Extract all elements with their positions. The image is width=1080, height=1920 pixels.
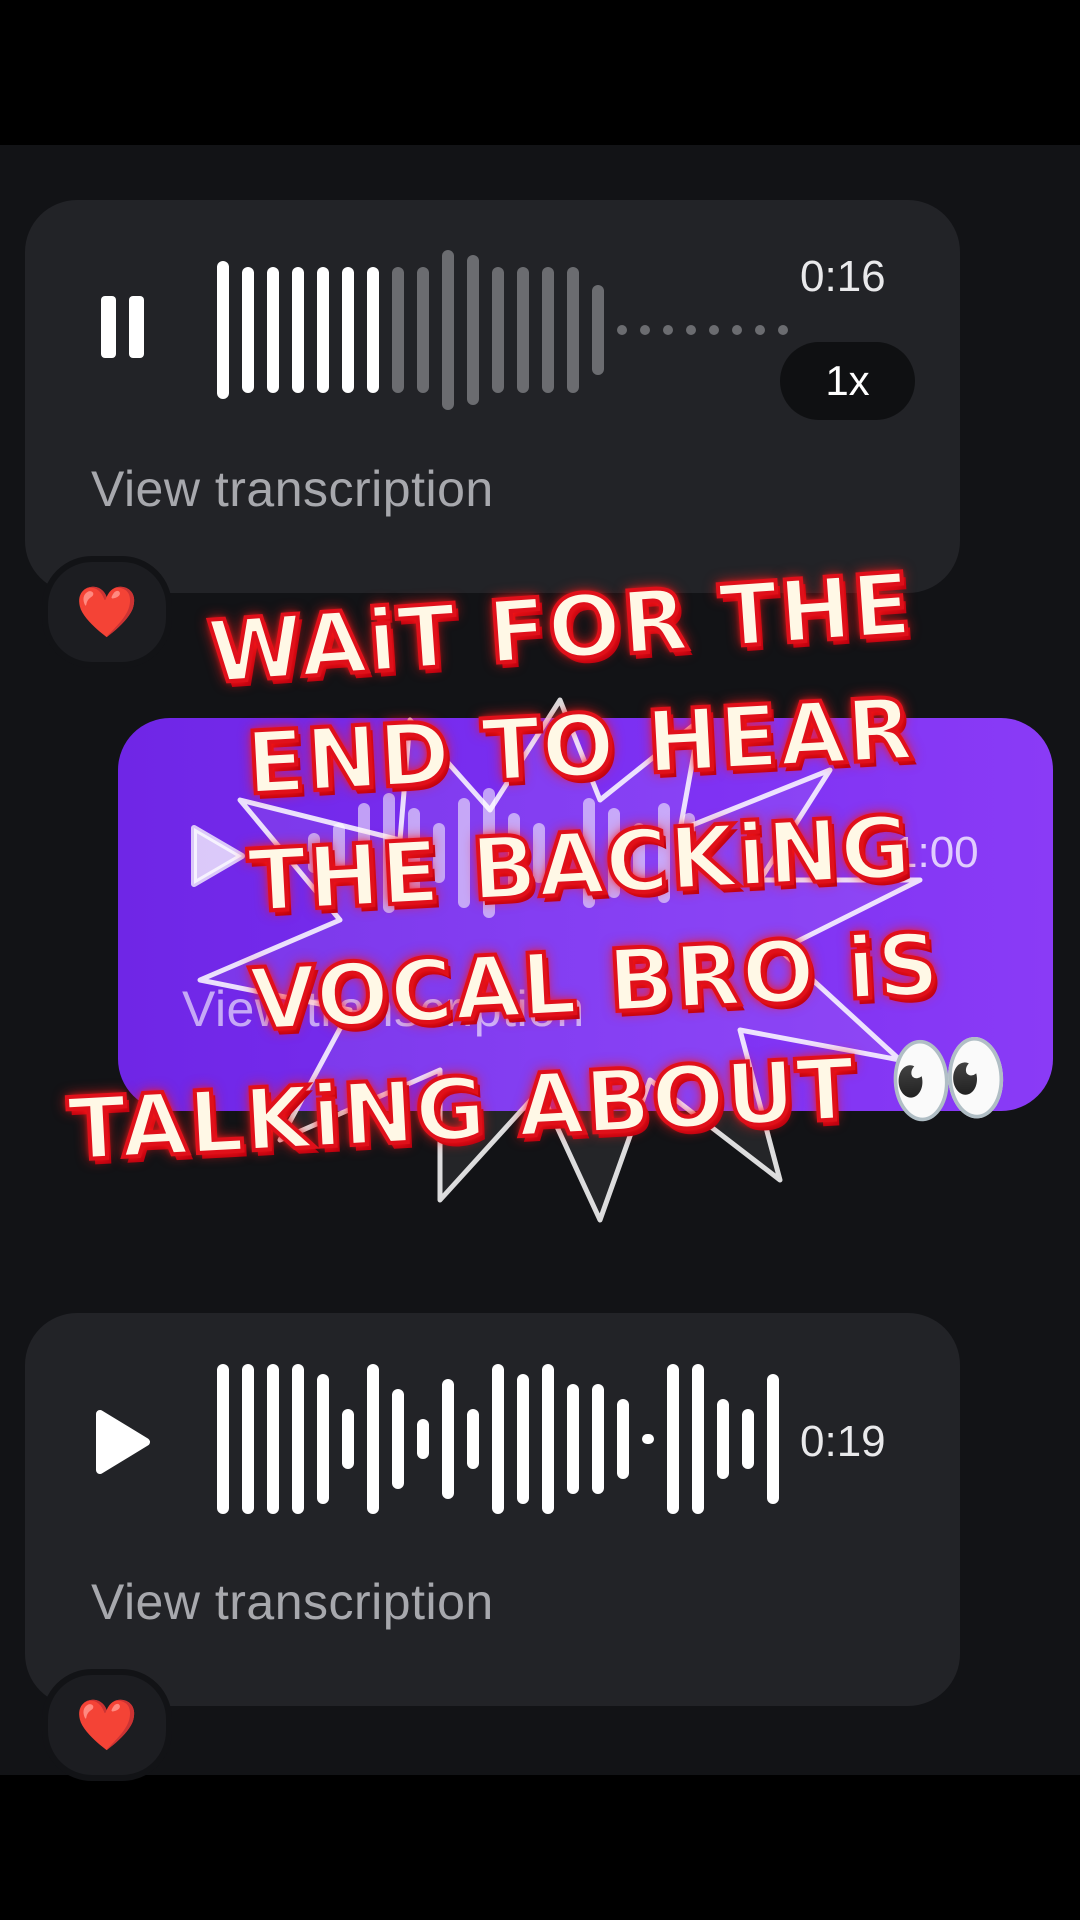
waveform-bar — [567, 267, 579, 393]
waveform-bar — [742, 1409, 754, 1469]
view-transcription-link[interactable]: View transcription — [91, 1573, 494, 1631]
waveform-dot — [709, 325, 719, 335]
waveform-dot — [617, 325, 627, 335]
waveform-bar — [492, 267, 504, 393]
waveform-bar — [242, 267, 254, 393]
duration-label: 0:16 — [800, 252, 886, 301]
waveform-bar — [217, 261, 229, 399]
waveform-bar — [392, 267, 404, 393]
overlay-caption: WAiT FOR THE END TO HEAR THE BACKiNG VOC… — [0, 553, 1080, 1183]
waveform-bar — [242, 1364, 254, 1514]
waveform-dot — [778, 325, 788, 335]
waveform-bar — [367, 267, 379, 393]
waveform-bar — [467, 255, 479, 405]
duration-label: 0:19 — [800, 1417, 886, 1466]
waveform-bar — [642, 1434, 654, 1444]
waveform-bar — [417, 1419, 429, 1459]
waveform-bar — [317, 267, 329, 393]
heart-reaction[interactable]: ❤️ — [42, 1669, 172, 1781]
voice-message-1[interactable]: 0:16 1x View transcription — [25, 200, 960, 593]
play-icon[interactable] — [95, 1409, 151, 1479]
waveform-dot — [755, 325, 765, 335]
waveform[interactable] — [217, 250, 788, 410]
waveform-bar — [342, 267, 354, 393]
waveform-bar — [417, 267, 429, 393]
waveform-bar — [267, 267, 279, 393]
waveform-dot — [686, 325, 696, 335]
waveform-dot — [640, 325, 650, 335]
waveform-bar — [592, 1384, 604, 1494]
waveform-bar — [342, 1409, 354, 1469]
waveform-bar — [392, 1389, 404, 1489]
waveform-bar — [442, 1379, 454, 1499]
waveform-bar — [717, 1399, 729, 1479]
voice-message-3[interactable]: 0:19 View transcription — [25, 1313, 960, 1706]
heart-icon: ❤️ — [75, 1695, 139, 1754]
waveform-bar — [367, 1364, 379, 1514]
waveform-bar — [617, 1399, 629, 1479]
view-transcription-link[interactable]: View transcription — [91, 460, 494, 518]
waveform-bar — [692, 1364, 704, 1514]
waveform-bar — [467, 1409, 479, 1469]
waveform[interactable] — [217, 1359, 779, 1519]
waveform-bar — [292, 1364, 304, 1514]
waveform-bar — [492, 1364, 504, 1514]
waveform-bar — [667, 1364, 679, 1514]
waveform-bar — [542, 1364, 554, 1514]
waveform-bar — [592, 285, 604, 375]
waveform-bar — [292, 267, 304, 393]
waveform-bar — [567, 1384, 579, 1494]
waveform-bar — [542, 267, 554, 393]
waveform-bar — [267, 1364, 279, 1514]
waveform-bar — [217, 1364, 229, 1514]
pause-icon[interactable] — [101, 296, 146, 358]
eyes-emoji-icon: 👀 — [883, 1017, 1015, 1141]
waveform-bar — [767, 1374, 779, 1504]
waveform-bar — [317, 1374, 329, 1504]
waveform-dot — [732, 325, 742, 335]
waveform-bar — [442, 250, 454, 410]
playback-speed-button[interactable]: 1x — [780, 342, 915, 420]
waveform-dot — [663, 325, 673, 335]
caption-line-5-text: TALKiNG ABOUT — [64, 1038, 861, 1183]
waveform-bar — [517, 267, 529, 393]
waveform-bar — [517, 1374, 529, 1504]
